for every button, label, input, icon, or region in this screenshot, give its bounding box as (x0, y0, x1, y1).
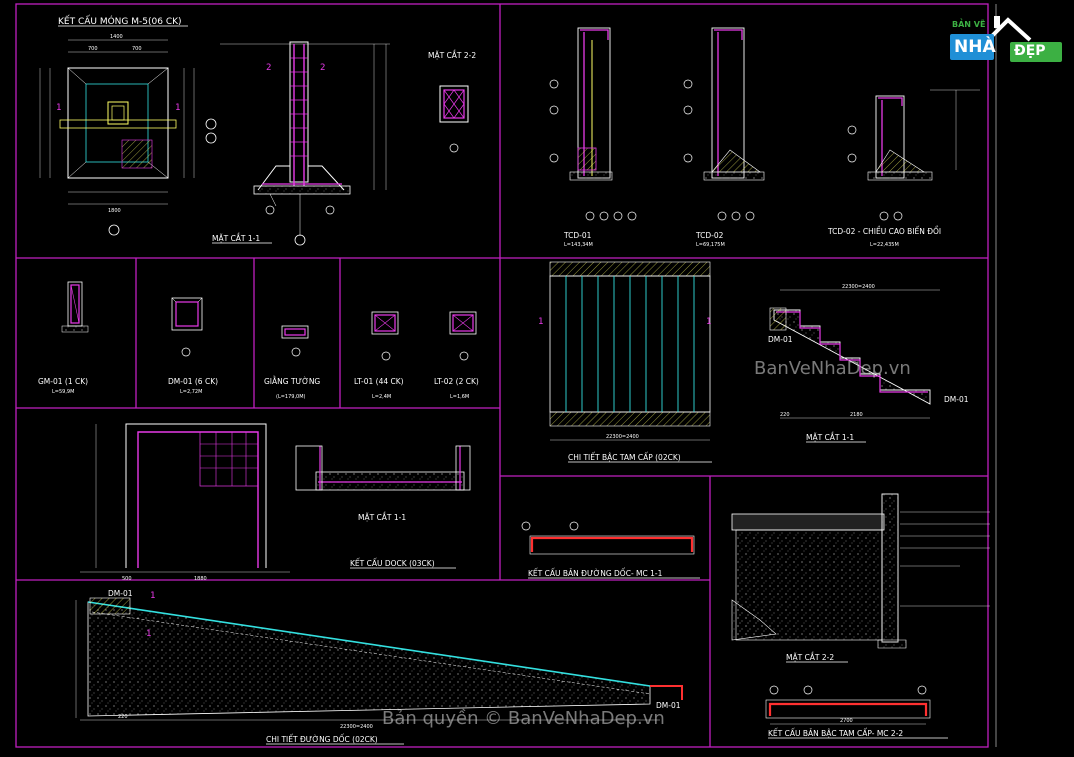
logo-left-text: NHÀ (954, 37, 996, 57)
section-1-1-label: MẶT CẮT 1-1 (212, 233, 260, 243)
tcd-01-length: L=143,34M (564, 242, 593, 248)
beam-lt-01: LT-01 (44 CK) L=2,4M (354, 311, 404, 400)
dim-700-right: 700 (132, 46, 142, 52)
mc-2-2-dim: 2700 (840, 718, 853, 724)
section-2-2-label: MẶT CẮT 2-2 (428, 50, 476, 60)
panel-mc-1-1: KẾT CẤU BẢN ĐƯỜNG DỐC- MC 1-1 (521, 521, 700, 579)
mong-m5-title: KẾT CẤU MÓNG M-5(06 CK) (58, 15, 182, 27)
bac-tam-cap-marker-right: 1 (706, 317, 711, 327)
mat-cat-2-2-title: MẶT CẮT 2-2 (786, 652, 834, 662)
brand-logo: BẢN VẼ NHÀ ĐẸP (948, 10, 1068, 66)
column-section-1-1: 2 2 MẶT CẮT 1-1 (212, 41, 390, 246)
tcd-01-name: TCD-01 (563, 231, 592, 240)
duong-doc-marker-top: 1 (150, 591, 155, 601)
tcd-02-length: L=69,175M (696, 242, 725, 248)
bac-tam-cap-marker-left: 1 (538, 317, 543, 327)
lt-01-length: L=2,4M (372, 394, 391, 400)
duong-doc-marker-mid: 1 (146, 629, 151, 639)
giang-tuong-name: GIẰNG TƯỜNG (264, 376, 320, 386)
duong-doc-dim-main: 22300=2400 (340, 724, 373, 730)
panel-tcd: TCD-01 L=143,34M TCD-02 L=69,175M TCD-02… (549, 27, 980, 248)
gm-01-name: GM-01 (1 CK) (38, 377, 88, 386)
watermark-copyright: Bản quyền © BanVeNhaDep.vn (382, 708, 665, 729)
duong-doc-dim-220: 220 (118, 714, 128, 720)
panel-beams: GM-01 (1 CK) L=59,9M DM-01 (6 CK) L=2,72… (38, 281, 479, 400)
panel-dock: 500 1880 MẶT CẮT 1-1 KẾT CẤU DOCK (03CK) (80, 423, 471, 582)
dock-section-label: MẶT CẮT 1-1 (358, 512, 406, 522)
gm-01-length: L=59,9M (52, 389, 74, 395)
panel-mat-cat-2-2: MẶT CẮT 2-2 (731, 493, 990, 663)
panel-mc-2-2: 2700 KẾT CẤU BẢN BẬC TAM CẤP- MC 2-2 (765, 685, 948, 739)
lt-02-name: LT-02 (2 CK) (434, 377, 479, 386)
dock-dim-1880: 1880 (194, 576, 207, 582)
svg-text:2: 2 (266, 63, 271, 73)
tcd-01: TCD-01 L=143,34M (549, 27, 637, 248)
tcd-02: TCD-02 L=69,175M (683, 27, 765, 248)
giang-tuong-length: (L=179,0M) (276, 394, 306, 400)
panel-bac-tam-cap: 1 1 22300=2400 CHI TIẾT BẬC TAM CẤP (02C… (538, 261, 712, 463)
beam-lt-02: LT-02 (2 CK) L=1,6M (434, 311, 479, 400)
dim-700-left: 700 (88, 46, 98, 52)
cad-drawing-sheet: KẾT CẤU MÓNG M-5(06 CK) 1400 700 700 180… (15, 3, 997, 748)
axis-marker-1: 1 (56, 103, 61, 113)
svg-text:2: 2 (320, 63, 325, 73)
dock-dim-500: 500 (122, 576, 132, 582)
section-2-2: MẶT CẮT 2-2 (428, 50, 476, 153)
duong-doc-dm01-left: DM-01 (108, 589, 133, 598)
dim-1800-bottom: 1800 (108, 208, 121, 214)
bac-tam-cap-title: CHI TIẾT BẬC TAM CẤP (02CK) (568, 452, 681, 462)
stairs-dim-220: 220 (780, 412, 790, 418)
dim-1400-top: 1400 (110, 34, 123, 40)
mc-1-1-title: KẾT CẤU BẢN ĐƯỜNG DỐC- MC 1-1 (528, 568, 663, 578)
tcd-02-variable-length: L=22,435M (870, 242, 899, 248)
beam-gm-01: GM-01 (1 CK) L=59,9M (38, 281, 89, 395)
mc-2-2-title: KẾT CẤU BẢN BẬC TAM CẤP- MC 2-2 (768, 728, 903, 738)
tcd-02-variable-name: TCD-02 - CHIỀU CAO BIẾN ĐỔI (827, 226, 941, 236)
lt-02-length: L=1,6M (450, 394, 469, 400)
panel-mong-m5: KẾT CẤU MÓNG M-5(06 CK) 1400 700 700 180… (39, 15, 476, 246)
dm-01-length: L=2,72M (180, 389, 202, 395)
beam-dm-01: DM-01 (6 CK) L=2,72M (168, 297, 218, 395)
tcd-02-name: TCD-02 (695, 231, 724, 240)
dm-01-name: DM-01 (6 CK) (168, 377, 218, 386)
axis-marker-1b: 1 (175, 103, 180, 113)
duong-doc-title: CHI TIẾT ĐƯỜNG DỐC (02CK) (266, 734, 378, 744)
stairs-dm01-left: DM-01 (768, 335, 793, 344)
watermark-middle: BanVeNhaDep.vn (754, 358, 911, 379)
tcd-02-variable: TCD-02 - CHIỀU CAO BIẾN ĐỔI L=22,435M (827, 89, 980, 248)
logo-right-text: ĐẸP (1014, 43, 1046, 59)
stairs-section-title: MẶT CẮT 1-1 (806, 432, 854, 442)
dock-title: KẾT CẤU DOCK (03CK) (350, 558, 435, 568)
stairs-dim-top: 22300=2400 (842, 284, 875, 290)
beam-giang-tuong: GIẰNG TƯỜNG (L=179,0M) (264, 325, 320, 400)
logo-top-text: BẢN VẼ (952, 20, 986, 29)
stairs-dim-2180: 2180 (850, 412, 863, 418)
lt-01-name: LT-01 (44 CK) (354, 377, 404, 386)
stairs-dm01-right: DM-01 (944, 395, 969, 404)
bac-tam-cap-dim: 22300=2400 (606, 434, 639, 440)
